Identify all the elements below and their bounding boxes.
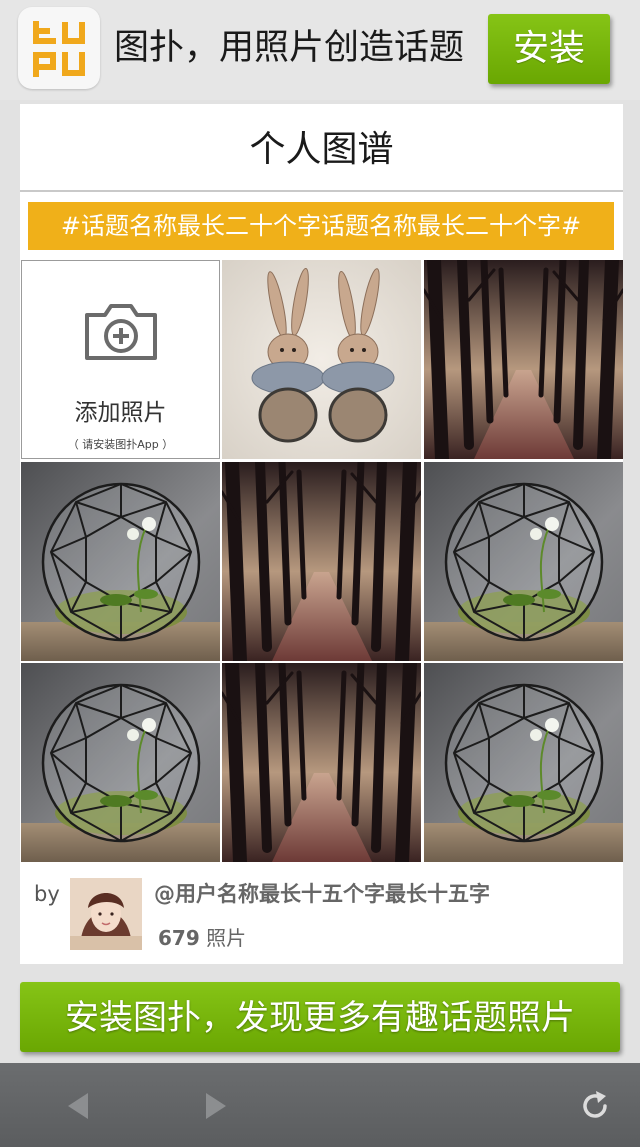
photo-glass-terrarium[interactable] [424,462,623,661]
photo-count-unit: 照片 [206,926,247,950]
photo-grid: 添加照片 （ 请安装图扑App ） [20,260,623,862]
avatar[interactable] [70,878,142,950]
photo-count: 679 照片 [158,922,246,951]
photo-rabbit-figurines[interactable] [222,260,421,459]
browser-toolbar [0,1063,640,1147]
back-arrow-icon[interactable] [62,1089,96,1123]
add-photo-label: 添加照片 [74,400,167,426]
photo-glass-terrarium[interactable] [424,663,623,862]
forward-arrow-icon[interactable] [198,1089,232,1123]
by-label: by [34,882,60,906]
page-title: 个人图谱 [20,104,623,192]
install-cta-button[interactable]: 安装图扑，发现更多有趣话题照片 [20,982,620,1052]
photo-glass-terrarium[interactable] [21,462,220,661]
photo-forest-path[interactable] [222,462,421,661]
topic-tag[interactable]: #话题名称最长二十个字话题名称最长二十个字# [28,202,614,250]
install-button[interactable]: 安装 [488,14,610,84]
tupu-logo-icon [18,7,100,89]
refresh-icon[interactable] [578,1089,612,1123]
app-install-banner: 图扑，用照片创造话题 安装 [0,0,640,100]
photo-forest-path[interactable] [222,663,421,862]
camera-add-icon [85,304,157,360]
banner-title: 图扑，用照片创造话题 [114,28,465,68]
photo-count-number: 679 [158,926,200,950]
photo-glass-terrarium[interactable] [21,663,220,862]
add-photo-hint: （ 请安装图扑App ） [67,438,174,451]
author-row: by @用户名称最长十五个字最长十五字 679 照片 [20,862,623,964]
photo-forest-path[interactable] [424,260,623,459]
topic-card: 个人图谱 #话题名称最长二十个字话题名称最长二十个字# 添加照片 （ 请安装图扑… [20,104,623,964]
add-photo-tile[interactable]: 添加照片 （ 请安装图扑App ） [21,260,220,459]
username[interactable]: @用户名称最长十五个字最长十五字 [154,878,490,908]
